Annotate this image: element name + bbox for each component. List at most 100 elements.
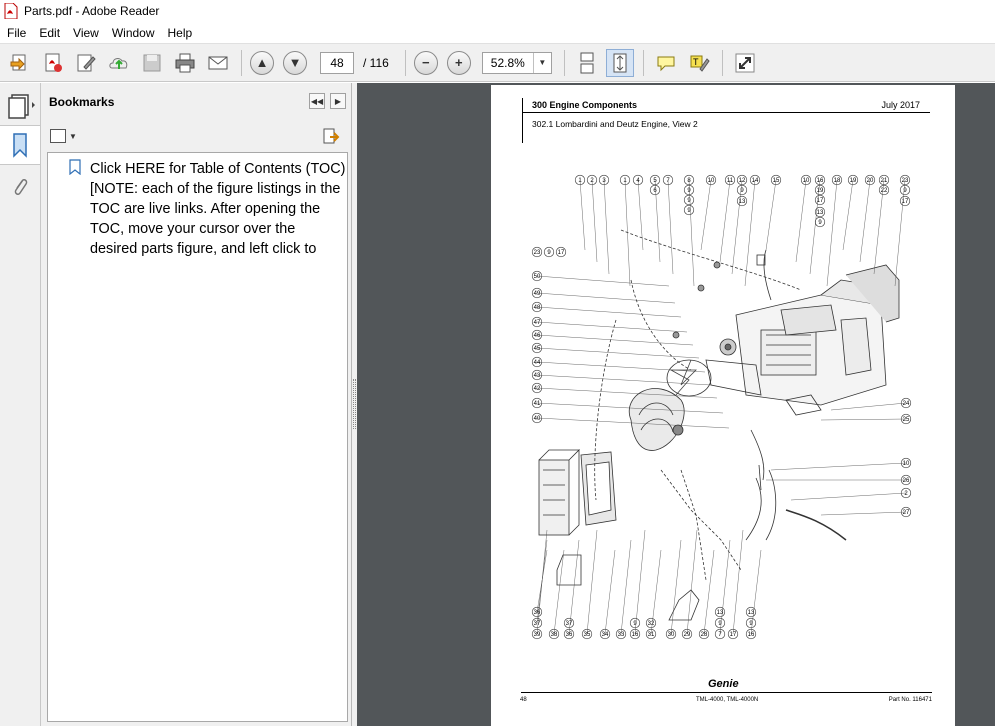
create-pdf-button[interactable]	[39, 49, 67, 77]
callout-top-secondary: 9	[683, 194, 695, 206]
previous-page-button[interactable]: ▲	[250, 50, 274, 75]
footer-page-number: 48	[520, 697, 527, 703]
svg-text:22: 22	[881, 188, 888, 194]
toolbar-separator	[404, 49, 406, 76]
edit-document-icon	[77, 54, 96, 71]
expand-bookmark-icon[interactable]	[321, 127, 341, 147]
bookmark-icon	[13, 133, 27, 158]
leader-line	[820, 511, 907, 516]
double-left-icon: ◀◀	[310, 96, 324, 106]
page-header-title: 300 Engine Components	[532, 100, 638, 110]
upload-button[interactable]	[105, 49, 133, 77]
footer-part-number: Part No. 116471	[888, 697, 932, 703]
window-title: Parts.pdf - Adobe Reader	[24, 4, 160, 18]
leader-line	[703, 549, 715, 635]
leader-line	[536, 334, 694, 346]
minus-icon: −	[422, 55, 430, 70]
leader-line	[603, 179, 610, 275]
page-number-input[interactable]: 48	[320, 51, 354, 74]
expand-button[interactable]	[731, 49, 759, 77]
menu-edit[interactable]: Edit	[32, 26, 66, 40]
svg-text:15: 15	[773, 178, 780, 184]
leader-line	[536, 275, 670, 287]
svg-text:32: 32	[648, 621, 655, 627]
attachments-tab[interactable]	[0, 167, 40, 207]
bookmarks-tab[interactable]	[0, 125, 40, 165]
leader-line	[765, 179, 777, 251]
page-header-date: July 2017	[881, 100, 920, 110]
panel-menu-button[interactable]: ▶	[330, 93, 346, 109]
svg-text:T: T	[693, 57, 699, 67]
callout-bottom-stack: 13	[745, 606, 757, 618]
next-page-button[interactable]: ▼	[283, 50, 307, 75]
leader-line	[859, 179, 871, 263]
bookmark-label: Click HERE for Table of Contents (TOC) […	[90, 161, 346, 257]
leader-line	[820, 418, 907, 421]
menu-view[interactable]: View	[66, 26, 105, 40]
leader-line	[790, 492, 907, 501]
leader-line	[744, 179, 756, 287]
leader-line	[536, 361, 706, 373]
fit-page-icon	[613, 53, 627, 72]
chevron-down-icon[interactable]: ▼	[532, 52, 551, 73]
leader-line	[770, 462, 907, 471]
menu-help[interactable]: Help	[161, 26, 199, 40]
svg-text:18: 18	[834, 178, 841, 184]
svg-text:44: 44	[534, 360, 541, 366]
svg-text:23: 23	[534, 250, 541, 256]
open-button[interactable]	[6, 49, 34, 77]
leader-line	[667, 179, 674, 275]
zoom-select[interactable]: 52.8% ▼	[481, 51, 552, 74]
leader-line	[624, 179, 631, 287]
document-view[interactable]: 300 Engine Components July 2017 302.1 Lo…	[357, 83, 995, 726]
highlight-button[interactable]: T	[685, 49, 713, 77]
bookmark-options-button[interactable]: ▼	[50, 129, 77, 143]
zoom-in-button[interactable]: +	[446, 50, 471, 75]
collapse-panel-button[interactable]: ◀◀	[309, 93, 325, 109]
email-button[interactable]	[204, 49, 232, 77]
svg-text:34: 34	[602, 632, 609, 638]
toolbar-separator	[721, 49, 723, 76]
svg-text:19: 19	[850, 178, 857, 184]
right-arrow-icon: ▶	[334, 96, 342, 106]
leader-line	[719, 539, 731, 635]
genie-logo: Genie	[708, 678, 739, 690]
leader-line	[536, 321, 688, 333]
svg-text:13: 13	[717, 610, 724, 616]
pdf-file-icon	[4, 3, 18, 19]
svg-text:16: 16	[748, 632, 755, 638]
svg-text:50: 50	[534, 274, 541, 280]
bookmark-icon	[69, 159, 81, 175]
bookmark-item[interactable]: Click HERE for Table of Contents (TOC) […	[68, 159, 346, 259]
svg-text:31: 31	[648, 632, 655, 638]
comment-button[interactable]	[652, 49, 680, 77]
scrolling-mode-button[interactable]	[573, 49, 601, 77]
edit-pdf-button[interactable]	[72, 49, 100, 77]
leader-line	[536, 529, 548, 635]
svg-text:45: 45	[534, 346, 541, 352]
pages-panel-icon[interactable]	[6, 91, 36, 119]
leader-line	[536, 387, 718, 399]
callout-left: 23	[531, 246, 543, 258]
menu-file[interactable]: File	[0, 26, 32, 40]
highlighter-icon: T	[690, 55, 710, 72]
header-rule-vertical	[522, 98, 523, 143]
footer-models: TML-4000, TML-4000N	[696, 697, 759, 703]
callout-left: 17	[555, 246, 567, 258]
leader-line	[620, 539, 632, 635]
svg-text:37: 37	[566, 621, 573, 627]
svg-text:27: 27	[903, 510, 910, 516]
svg-text:42: 42	[534, 386, 541, 392]
svg-text:47: 47	[534, 320, 541, 326]
svg-text:17: 17	[558, 250, 565, 256]
zoom-out-button[interactable]: −	[413, 50, 438, 75]
svg-text:21: 21	[881, 178, 888, 184]
save-button[interactable]	[138, 49, 166, 77]
paperclip-icon	[14, 179, 28, 195]
splitter-grip[interactable]	[353, 379, 356, 429]
fit-page-button[interactable]	[605, 48, 634, 77]
svg-text:48: 48	[534, 305, 541, 311]
footer-rule	[521, 692, 932, 693]
print-button[interactable]	[171, 49, 199, 77]
menu-window[interactable]: Window	[105, 26, 161, 40]
